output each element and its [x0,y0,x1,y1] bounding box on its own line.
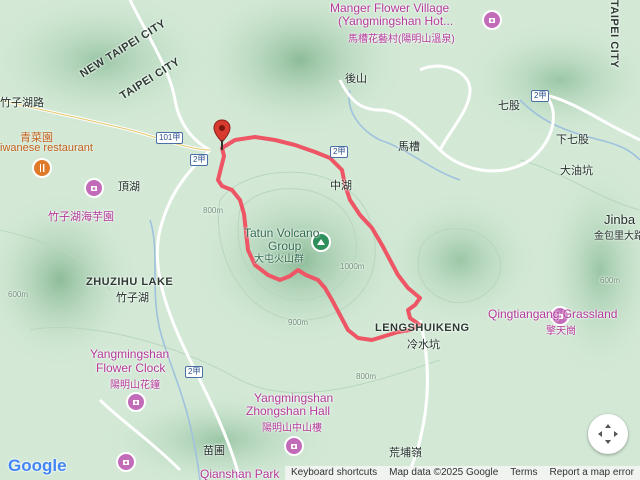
poi-qingtiangang-cn[interactable]: 擎天崗 [546,322,576,337]
contour-label-600b: 600m [600,276,621,285]
report-map-error-link[interactable]: Report a map error [544,466,640,480]
place-houshan: 後山 [345,73,367,85]
poi-flower-clock-cn[interactable]: 陽明山花鐘 [110,376,160,391]
restaurant-fork-knife-icon[interactable] [32,158,52,178]
volcano-label-cn[interactable]: 大屯火山群 [254,253,304,266]
place-xiaqigu: 下七股 [556,134,589,146]
poi-manger-flower-village-icon[interactable] [482,10,502,30]
poi-flower-clock-en[interactable]: Yangmingshan [90,348,169,361]
poi-manger-label-cn[interactable]: 馬槽花藝村(陽明山溫泉) [348,30,455,45]
volcano-label-line2[interactable]: Group [268,240,301,253]
road-shield-2a-4: 2甲 [185,366,204,378]
place-jinba: Jinba [604,212,636,227]
place-zhonghu: 中湖 [330,180,352,192]
contour-label-800: 800m [203,206,224,215]
poi-flower-clock-icon[interactable] [126,392,146,412]
map-data-text: Map data ©2025 Google [389,467,499,478]
poi-taro-label[interactable]: 竹子湖海芋園 [48,208,114,224]
place-huangpuling: 荒埔嶺 [389,447,422,459]
contour-label-900: 900m [288,318,309,327]
contour-label-800b: 800m [356,372,377,381]
keyboard-shortcuts-link[interactable]: Keyboard shortcuts [285,466,383,480]
terms-link[interactable]: Terms [504,466,543,480]
poi-taro-field-icon[interactable] [84,178,104,198]
poi-qianshan-park-icon[interactable] [116,452,136,472]
attribution-bar: Keyboard shortcuts Map data ©2025 Google… [284,466,640,480]
road-shield-2a-1: 2甲 [190,154,209,166]
contour-label-600: 600m [8,290,29,299]
road-shield-101a: 101甲 [156,132,184,144]
poi-flower-clock-en2[interactable]: Flower Clock [96,362,165,375]
google-logo-text: Google [8,456,67,475]
place-miaopu: 苗圃 [203,445,225,457]
poi-zhongshan-en2[interactable]: Zhongshan Hall [246,405,330,418]
area-zhuzihu-lake-cn: 竹子湖 [116,292,149,304]
poi-zhongshan-hall-icon[interactable] [284,436,304,456]
road-shield-2a-2: 2甲 [330,146,349,158]
poi-qingtiangang-en[interactable]: Qingtiangang Grassland [488,308,617,321]
start-location-pin-icon[interactable] [212,118,232,154]
place-dinghu: 頂湖 [118,181,140,193]
area-zhuzihu-lake: ZHUZIHU LAKE [86,276,174,288]
map-camera-control-button[interactable] [588,414,628,454]
poi-qianshan-label[interactable]: Qianshan Park [200,468,279,480]
place-zhuzihu-road: 竹子湖路 [0,97,44,109]
poi-manger-label-en2[interactable]: (Yangmingshan Hot... [338,15,453,28]
area-taipei-city-right: TAIPEI CITY [608,0,620,69]
place-jinba-cn: 金包里大路 [594,231,640,242]
place-macao: 馬槽 [398,141,420,153]
poi-zhongshan-cn[interactable]: 陽明山中山樓 [262,419,322,434]
area-lengshuikeng-cn: 冷水坑 [407,339,440,351]
area-lengshuikeng: LENGSHUIKENG [375,322,470,334]
poi-qingcaiyuan-en[interactable]: iwanese restaurant [0,142,93,154]
google-logo: Google [8,456,67,476]
move-arrows-icon [598,424,618,444]
place-dayoukeng: 大油坑 [560,165,593,177]
place-qigu: 七股 [498,100,520,112]
map-canvas[interactable]: NEW TAIPEI CITY TAIPEI CITY TAIPEI CITY … [0,0,640,480]
road-shield-2a-3: 2甲 [531,90,550,102]
contour-label-1000: 1000m [340,262,365,271]
